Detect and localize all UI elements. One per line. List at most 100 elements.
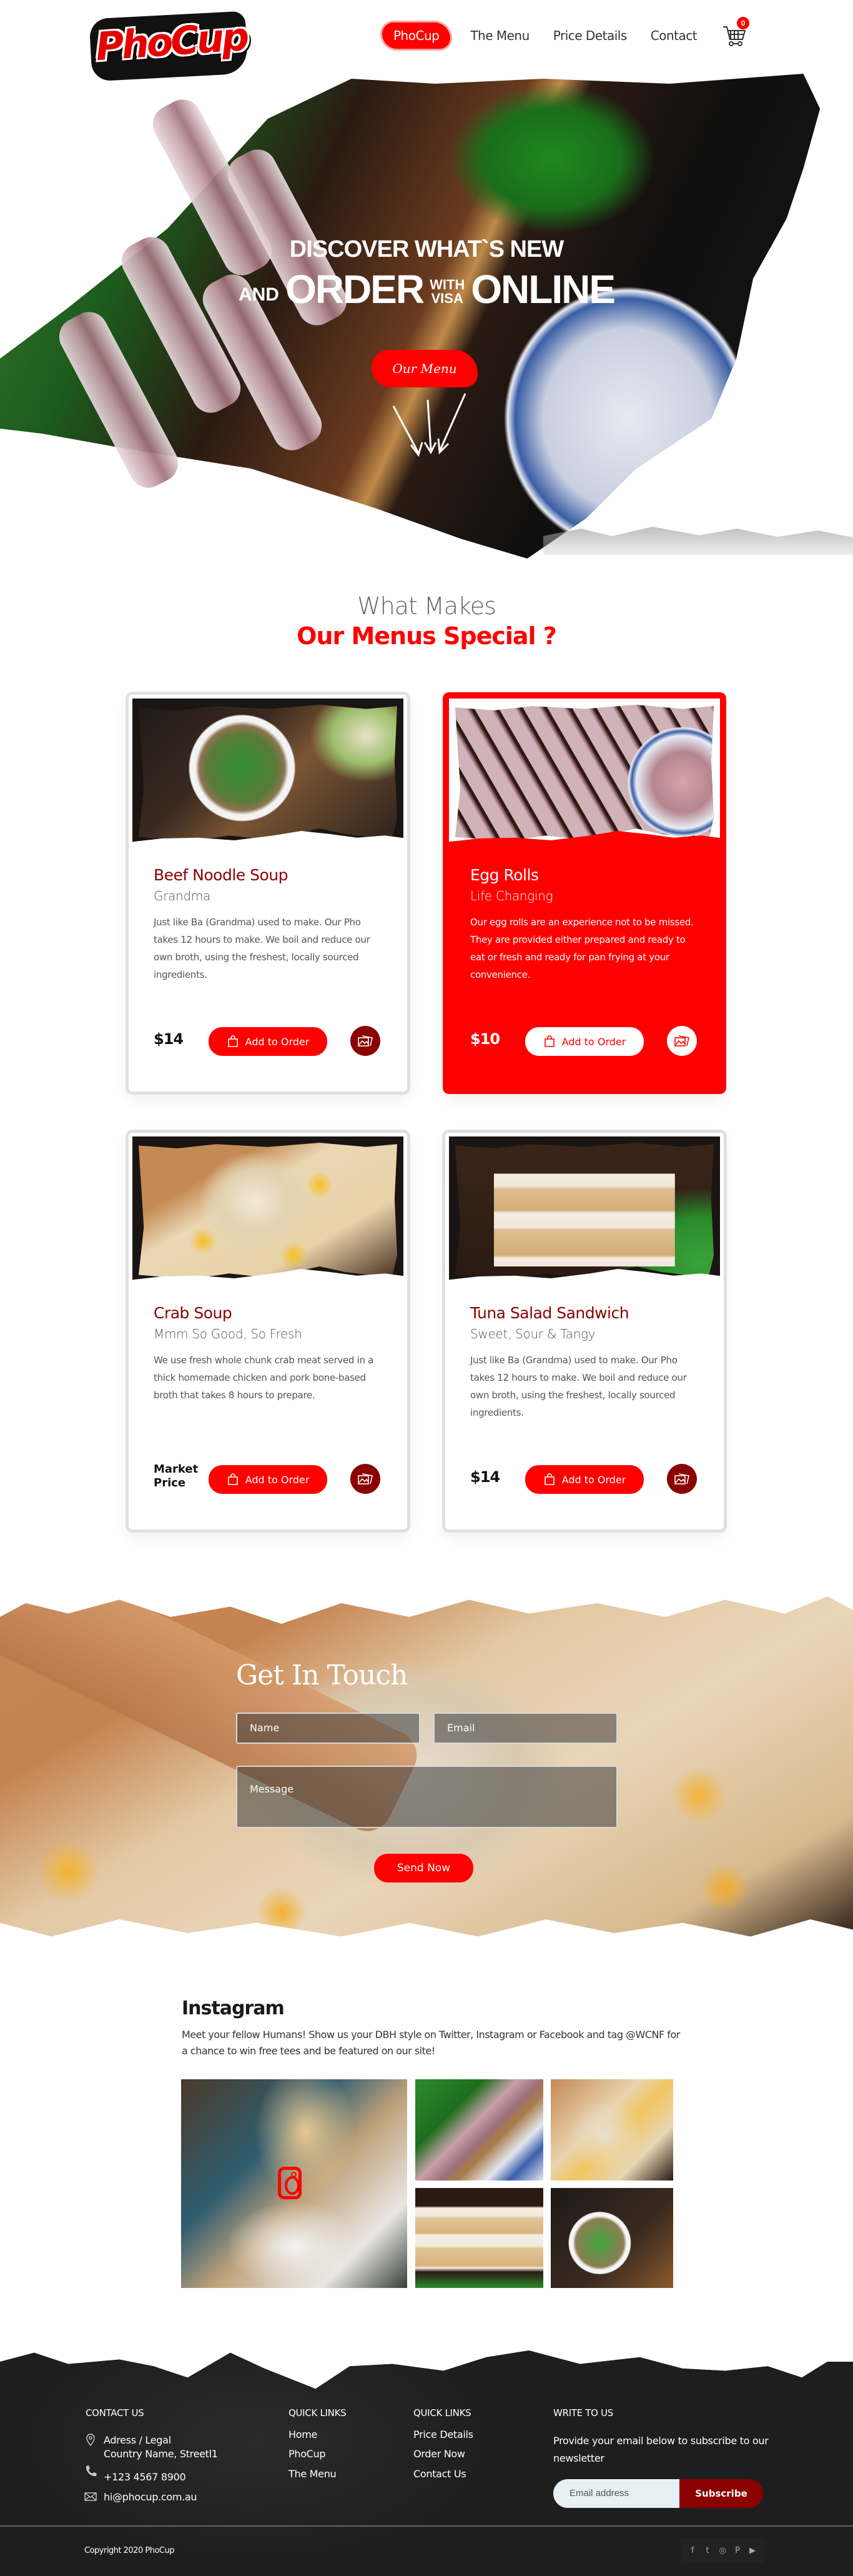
menu-card-egg-rolls: Egg Rolls Life Changing Our egg rolls ar… (445, 695, 724, 1092)
facebook-icon[interactable]: f (688, 2546, 697, 2555)
subscribe-button[interactable]: Subscribe (679, 2479, 763, 2508)
hero-torn-shadow (543, 527, 853, 555)
add-to-order-label: Add to Order (561, 1473, 626, 1486)
nav-item-phocup[interactable]: PhoCup (382, 22, 451, 49)
card-image (132, 699, 403, 852)
shopping-bag-icon (227, 1473, 238, 1485)
menu-card-tuna-salad-sandwich: Tuna Salad Sandwich Sweet, Sour & Tangy … (445, 1133, 724, 1529)
email-field[interactable]: Email (433, 1713, 618, 1744)
card-subtitle: Grandma (154, 888, 210, 903)
instagram-icon[interactable]: ◎ (718, 2546, 727, 2555)
menu-card-crab-soup: Crab Soup Mmm So Good, So Fresh We use f… (129, 1133, 407, 1529)
card-description: Our egg rolls are an experience not to b… (470, 917, 694, 980)
phone-icon (86, 2465, 97, 2477)
location-pin-icon (86, 2434, 95, 2447)
add-to-order-label: Add to Order (245, 1473, 310, 1486)
add-to-order-label: Add to Order (561, 1035, 626, 1048)
gallery-icon (674, 1035, 689, 1047)
instagram-tile-beef-noodle-soup[interactable] (551, 2188, 673, 2288)
crab-soup-image (139, 1143, 397, 1280)
footer-link-home[interactable]: Home (288, 2429, 317, 2440)
footer-link-the-menu[interactable]: The Menu (288, 2468, 337, 2480)
footer-divider (0, 2525, 853, 2527)
newsletter-email-input[interactable]: Email address (553, 2479, 679, 2508)
footer-phone[interactable]: +123 4567 8900 (104, 2471, 186, 2483)
cart-count-badge: 0 (737, 17, 750, 29)
hero-headline: DISCOVER WHAT`S NEW AND ORDER WITH VISA … (0, 236, 853, 309)
shopping-bag-icon (544, 1473, 555, 1485)
hero-section: DISCOVER WHAT`S NEW AND ORDER WITH VISA … (0, 69, 853, 562)
card-subtitle: Mmm So Good, So Fresh (154, 1326, 302, 1341)
send-now-button[interactable]: Send Now (374, 1854, 473, 1882)
add-to-order-button[interactable]: Add to Order (525, 1465, 644, 1494)
social-links: f t ◎ P ▶ (681, 2538, 764, 2563)
instagram-title: Instagram (182, 1997, 285, 2019)
instagram-tile-tuna-sandwich[interactable] (415, 2188, 543, 2288)
card-price: $10 (470, 1030, 500, 1048)
card-description: We use fresh whole chunk crab meat serve… (154, 1355, 374, 1401)
add-to-order-button[interactable]: Add to Order (209, 1027, 327, 1056)
footer-link-contact-us[interactable]: Contact Us (413, 2468, 466, 2480)
gallery-button[interactable] (350, 1026, 380, 1056)
footer-write-text: Provide your email below to subscribe to… (553, 2435, 769, 2464)
hero-with-visa: WITH VISA (430, 278, 465, 306)
card-subtitle: Sweet, Sour & Tangy (470, 1326, 596, 1341)
card-price: $14 (470, 1468, 500, 1486)
footer-address-line1: Adress / Legal (104, 2434, 171, 2446)
card-title: Egg Rolls (470, 866, 539, 884)
gallery-button[interactable] (667, 1464, 697, 1494)
instagram-tile-friends-dining[interactable] (181, 2079, 407, 2288)
footer-email[interactable]: hi@phocup.com.au (104, 2491, 197, 2503)
hero-order: ORDER (285, 267, 425, 312)
tuna-sandwich-image (455, 1143, 714, 1280)
card-subtitle: Life Changing (470, 888, 553, 903)
cart-button[interactable]: 0 (722, 17, 750, 48)
hero-visa: VISA (431, 291, 463, 306)
logo[interactable]: PhoCup (84, 9, 253, 84)
footer-link-phocup[interactable]: PhoCup (288, 2448, 326, 2460)
contact-title: Get In Touch (236, 1659, 408, 1691)
our-menu-button[interactable]: Our Menu (372, 350, 478, 387)
main-nav: PhoCup The Menu Price Details Contact 0 (382, 17, 750, 51)
pinterest-icon[interactable]: P (733, 2546, 742, 2555)
twitter-icon[interactable]: t (703, 2546, 712, 2555)
instagram-tile-crab-soup[interactable] (551, 2079, 673, 2181)
card-title: Beef Noodle Soup (154, 866, 288, 884)
footer-link-order-now[interactable]: Order Now (413, 2448, 465, 2460)
gallery-button[interactable] (667, 1026, 697, 1056)
card-image (132, 1136, 403, 1290)
name-field[interactable]: Name (236, 1713, 420, 1744)
card-title: Tuna Salad Sandwich (470, 1304, 629, 1322)
gallery-button[interactable] (350, 1464, 380, 1494)
gallery-icon (358, 1035, 373, 1047)
message-field[interactable]: Message (236, 1766, 618, 1828)
menu-section-title: What Makes Our Menus Special ? (0, 592, 853, 650)
footer-quick-links-heading-2: QUICK LINKS (413, 2407, 471, 2419)
arrows-down-icon (392, 393, 466, 457)
hero-and: AND (238, 284, 279, 305)
envelope-icon (84, 2492, 97, 2501)
footer-write-heading: WRITE TO US (553, 2407, 614, 2419)
instagram-tile-egg-rolls[interactable] (415, 2079, 543, 2181)
youtube-icon[interactable]: ▶ (748, 2546, 757, 2555)
card-description: Just like Ba (Grandma) used to make. Our… (154, 917, 370, 980)
menu-title-line2: Our Menus Special ? (297, 622, 557, 650)
beef-noodle-soup-image (139, 705, 397, 842)
nav-item-the-menu[interactable]: The Menu (470, 28, 530, 43)
menu-title-line1: What Makes (357, 592, 496, 620)
egg-rolls-image (455, 705, 714, 842)
instagram-icon (278, 2167, 302, 2199)
nav-item-price-details[interactable]: Price Details (553, 28, 627, 43)
add-to-order-button[interactable]: Add to Order (209, 1465, 327, 1494)
card-price: Market Price (154, 1463, 199, 1489)
copyright: Copyright 2020 PhoCup (84, 2546, 174, 2555)
card-price: $14 (154, 1030, 184, 1048)
add-to-order-button[interactable]: Add to Order (525, 1027, 644, 1056)
card-image (449, 1136, 720, 1290)
nav-item-contact[interactable]: Contact (651, 28, 698, 43)
gallery-icon (674, 1473, 689, 1484)
hero-image (0, 74, 821, 559)
hero-online: ONLINE (471, 267, 616, 312)
shopping-bag-icon (227, 1035, 238, 1047)
footer-link-price-details[interactable]: Price Details (413, 2429, 473, 2440)
